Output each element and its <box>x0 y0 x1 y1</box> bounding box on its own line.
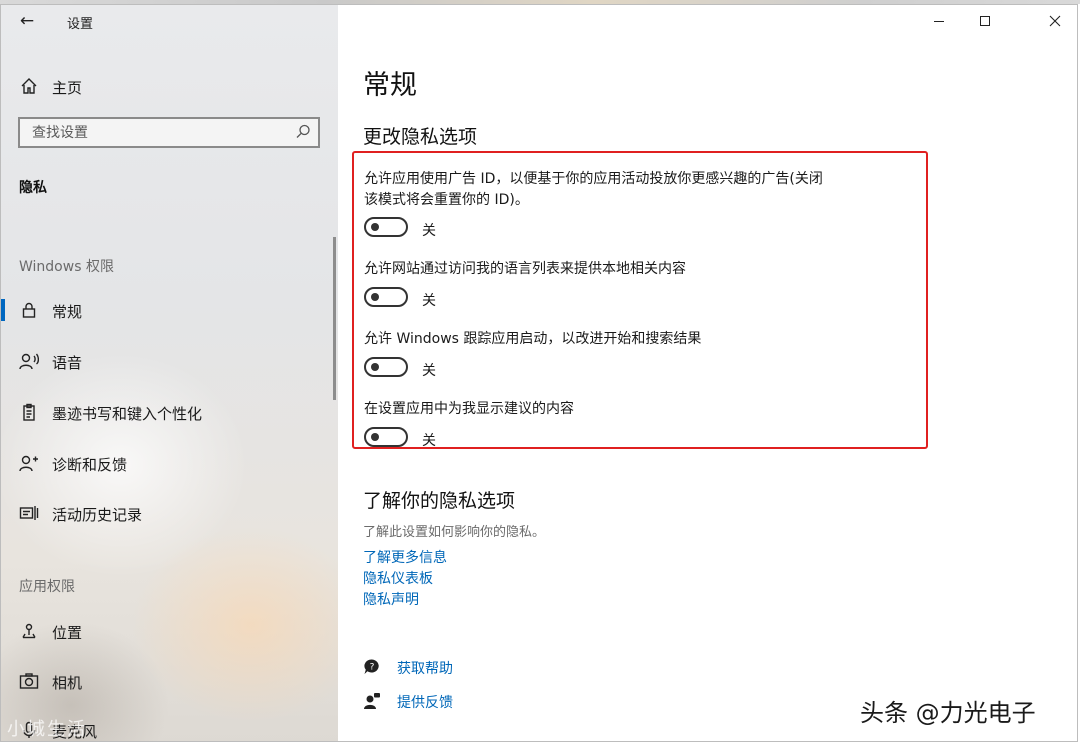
back-arrow-icon: ← <box>19 11 35 31</box>
sidebar-item-label: 位置 <box>52 624 83 642</box>
sidebar-item-location[interactable]: 位置 <box>1 612 338 650</box>
privacy-dashboard-link[interactable]: 隐私仪表板 <box>363 568 433 588</box>
toggle-advertising-id[interactable] <box>364 217 408 237</box>
group-label-app: 应用权限 <box>19 579 75 595</box>
toggle-knob <box>371 433 379 441</box>
section-heading: 隐私 <box>19 180 47 196</box>
watermark-right: 头条 @力光电子 <box>860 699 1036 727</box>
info-description: 了解此设置如何影响你的隐私。 <box>363 525 546 540</box>
toggle-knob <box>371 223 379 231</box>
toggle-knob <box>371 363 379 371</box>
maximize-icon <box>980 16 990 26</box>
diagnostics-icon <box>18 452 40 474</box>
toggle-knob <box>371 293 379 301</box>
give-feedback-label: 提供反馈 <box>397 695 453 711</box>
close-icon <box>1049 15 1061 27</box>
sidebar-item-diagnostics[interactable]: 诊断和反馈 <box>1 444 338 482</box>
toggle-track-app-launch[interactable] <box>364 357 408 377</box>
back-button[interactable]: ← <box>13 9 41 33</box>
help-chat-icon: ? <box>363 658 381 676</box>
sidebar-item-label: 活动历史记录 <box>52 506 143 524</box>
sidebar-item-general[interactable]: 常规 <box>1 291 338 329</box>
sidebar-item-label: 墨迹书写和键入个性化 <box>52 405 203 423</box>
home-icon <box>18 75 40 97</box>
option-language-list-description: 允许网站通过访问我的语言列表来提供本地相关内容 <box>364 261 686 277</box>
close-button[interactable] <box>1032 5 1077 37</box>
option-suggested-content-description: 在设置应用中为我显示建议的内容 <box>364 401 574 417</box>
minimize-icon <box>934 21 944 22</box>
location-icon <box>18 620 40 642</box>
clipboard-icon <box>18 401 40 423</box>
toggle-state-label: 关 <box>422 363 436 379</box>
toggle-state-label: 关 <box>422 433 436 449</box>
timeline-icon <box>18 502 40 524</box>
group-label-windows: Windows 权限 <box>19 259 114 275</box>
watermark-left: 小城生活 <box>7 719 87 740</box>
lock-icon <box>18 299 40 321</box>
search-input[interactable] <box>20 119 290 146</box>
voice-icon <box>18 350 40 372</box>
maximize-button[interactable] <box>962 5 1008 37</box>
active-indicator <box>1 299 5 321</box>
toggle-state-label: 关 <box>422 223 436 239</box>
sidebar-item-camera[interactable]: 相机 <box>1 662 338 700</box>
sidebar-item-label: 诊断和反馈 <box>52 456 128 474</box>
settings-window: ← 设置 主页 隐私 Windows 权限 <box>0 4 1078 742</box>
minimize-button[interactable] <box>916 5 962 37</box>
sidebar-item-home[interactable]: 主页 <box>1 67 338 105</box>
sidebar-item-speech[interactable]: 语音 <box>1 342 338 380</box>
privacy-statement-link[interactable]: 隐私声明 <box>363 589 419 609</box>
svg-text:?: ? <box>370 663 375 673</box>
toggle-language-list[interactable] <box>364 287 408 307</box>
sidebar-item-label: 语音 <box>52 354 83 372</box>
option-advertising-id-description: 允许应用使用广告 ID，以便基于你的应用活动投放你更感兴趣的广告(关闭该模式将会… <box>364 171 823 208</box>
title-bar: ← 设置 <box>1 5 338 37</box>
app-title: 设置 <box>67 17 94 32</box>
learn-more-link[interactable]: 了解更多信息 <box>363 547 447 567</box>
search-icon[interactable] <box>294 123 312 141</box>
main-panel: 常规 更改隐私选项 允许应用使用广告 ID，以便基于你的应用活动投放你更感兴趣的… <box>338 5 1077 741</box>
feedback-person-icon <box>363 692 381 710</box>
page-title: 常规 <box>363 70 417 101</box>
info-section-title: 了解你的隐私选项 <box>363 490 516 512</box>
sidebar-item-label: 常规 <box>52 303 83 321</box>
sidebar-item-inking[interactable]: 墨迹书写和键入个性化 <box>1 393 338 431</box>
sidebar-scrollbar[interactable] <box>333 237 336 400</box>
get-help-label: 获取帮助 <box>397 661 453 677</box>
sidebar-item-activity-history[interactable]: 活动历史记录 <box>1 494 338 532</box>
camera-icon <box>18 670 40 692</box>
option-track-app-launch-description: 允许 Windows 跟踪应用启动，以改进开始和搜索结果 <box>364 331 702 347</box>
search-box <box>18 117 320 148</box>
section-title: 更改隐私选项 <box>363 126 478 148</box>
toggle-state-label: 关 <box>422 293 436 309</box>
sidebar: ← 设置 主页 隐私 Windows 权限 <box>1 5 338 741</box>
sidebar-item-label: 相机 <box>52 674 83 692</box>
toggle-suggested-content[interactable] <box>364 427 408 447</box>
sidebar-item-label: 主页 <box>52 79 83 97</box>
